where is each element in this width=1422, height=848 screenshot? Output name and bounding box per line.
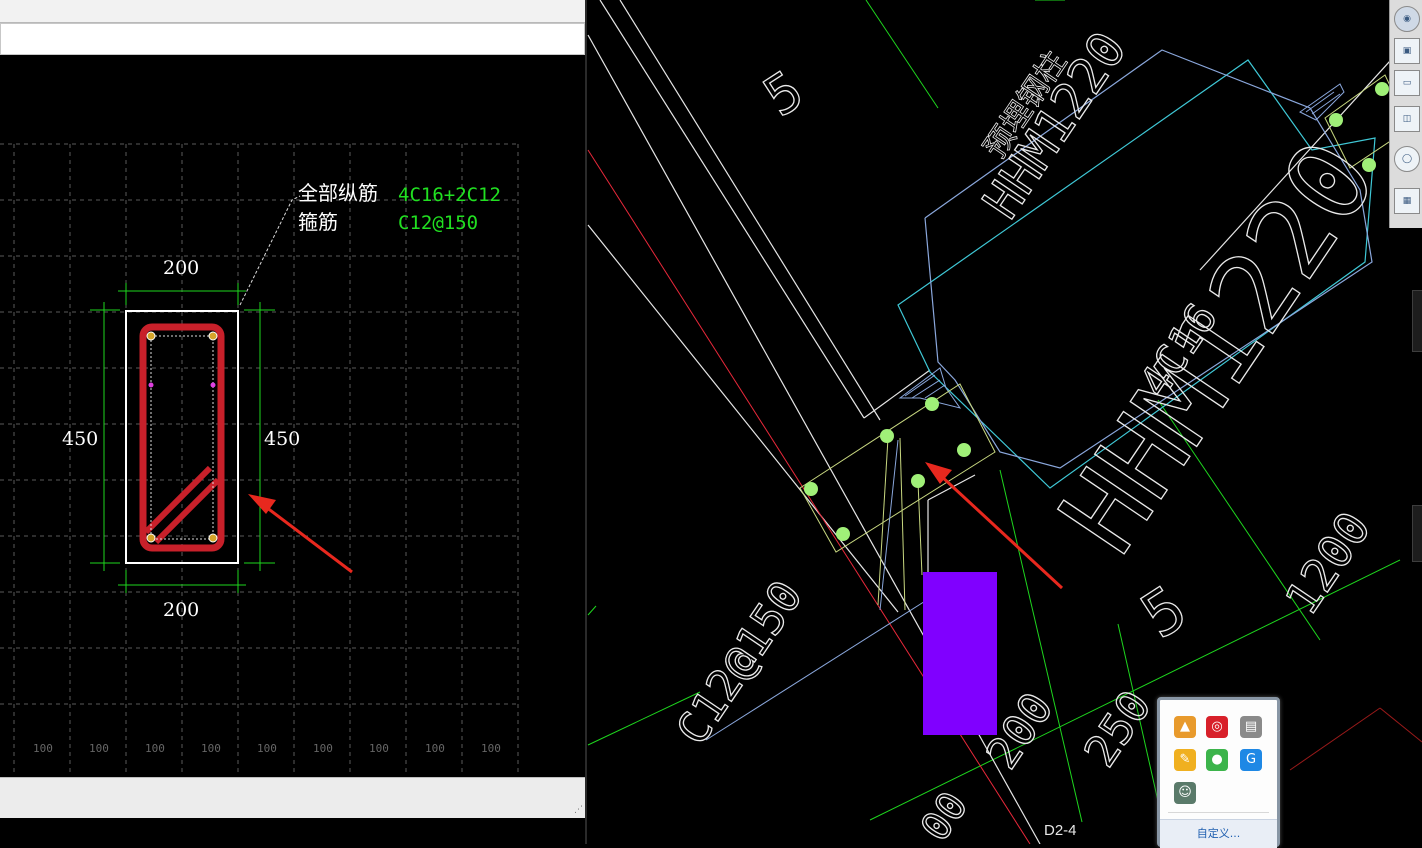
view-side-icon[interactable]: ◫ xyxy=(1394,106,1420,132)
grid-label-7: 100 xyxy=(369,742,389,755)
code-large: HHM1220 xyxy=(1035,119,1400,575)
dim-left-value: 450 xyxy=(62,428,98,450)
dim-1200: 1200 xyxy=(1274,502,1381,624)
section-detail-window: 100 100 100 100 100 100 100 100 100 全部纵筋… xyxy=(0,0,587,844)
resize-grip-icon[interactable]: ⋰ xyxy=(574,805,584,815)
tray-notes-icon[interactable]: ✎ xyxy=(1174,749,1196,771)
dim-bottom-partial: 00 xyxy=(912,784,977,844)
stirrup-note: C12@150 xyxy=(667,572,813,754)
tray-browser-icon[interactable]: G xyxy=(1240,749,1262,771)
steel-column-blue xyxy=(924,49,1373,469)
grid-label-1: 100 xyxy=(33,742,53,755)
tray-device-icon[interactable]: ▤ xyxy=(1240,716,1262,738)
tray-app-icon-1[interactable]: ▲ xyxy=(1174,716,1196,738)
stirrup-label: 箍筋 xyxy=(298,210,338,234)
longitudinal-label: 全部纵筋 xyxy=(298,181,378,205)
rotate-icon[interactable]: ◯ xyxy=(1394,146,1420,172)
dim-top-value: 200 xyxy=(163,257,199,279)
tray-separator xyxy=(1168,812,1269,813)
grid-label-6: 100 xyxy=(313,742,333,755)
grid-label-5: 100 xyxy=(257,742,277,755)
grid-label-3: 100 xyxy=(145,742,165,755)
view-3d-icon[interactable]: ▣ xyxy=(1394,38,1420,64)
dim-250: 250 xyxy=(1075,682,1162,776)
highlight-arrow-left xyxy=(248,494,353,574)
dim-bottom-value: 200 xyxy=(163,599,199,621)
layout-grid-icon[interactable]: ▦ xyxy=(1394,188,1420,214)
dim-200: 200 xyxy=(977,684,1064,778)
layout-tab-label[interactable]: D2-4 xyxy=(1044,822,1077,839)
highlighted-member xyxy=(923,572,997,735)
steel-column-cyan xyxy=(897,59,1376,489)
annotation-leader xyxy=(239,195,301,306)
plan-scroll-handle[interactable] xyxy=(1412,290,1422,352)
section-window-statusbar xyxy=(0,777,587,818)
column-rebar-cage xyxy=(799,74,1411,611)
axis-5-lower: 5 xyxy=(1128,571,1199,653)
orbit-icon[interactable]: ◉ xyxy=(1394,6,1420,32)
tray-wechat-icon[interactable]: ● xyxy=(1206,749,1228,771)
steel-column-code: HHM1220 xyxy=(972,22,1138,229)
section-grid xyxy=(0,143,519,775)
pane-splitter[interactable] xyxy=(585,0,587,844)
grid-label-8: 100 xyxy=(425,742,445,755)
highlight-arrow-right xyxy=(925,462,1064,590)
grid-label-4: 100 xyxy=(201,742,221,755)
steel-column-cn: 预埋钢柱 xyxy=(978,45,1074,164)
section-canvas[interactable]: 100 100 100 100 100 100 100 100 100 全部纵筋… xyxy=(0,0,587,844)
system-tray-popup: ▲ ◎ ▤ ✎ ● G ☺ 自定义... xyxy=(1157,697,1280,848)
grid-label-9: 100 xyxy=(481,742,501,755)
grid-label-2: 100 xyxy=(89,742,109,755)
plan-rebar-dots xyxy=(804,82,1389,541)
dim-right-value: 450 xyxy=(264,428,300,450)
rebar-note: 4C16 xyxy=(1130,294,1227,405)
axis-5-upper: 5 xyxy=(753,58,815,129)
view-top-icon[interactable]: ▭ xyxy=(1394,70,1420,96)
plan-scroll-handle-2[interactable] xyxy=(1412,505,1422,562)
tray-netease-icon[interactable]: ◎ xyxy=(1206,716,1228,738)
view-toolbar: ◉ ▣ ▭ ◫ ◯ ▦ xyxy=(1389,0,1422,228)
rebar-inner-dashed xyxy=(150,335,214,540)
tray-user-icon[interactable]: ☺ xyxy=(1174,782,1196,804)
longitudinal-value: 4C16+2C12 xyxy=(398,184,501,206)
gusset-hatch xyxy=(898,83,1345,409)
stirrup-value: C12@150 xyxy=(398,212,478,234)
